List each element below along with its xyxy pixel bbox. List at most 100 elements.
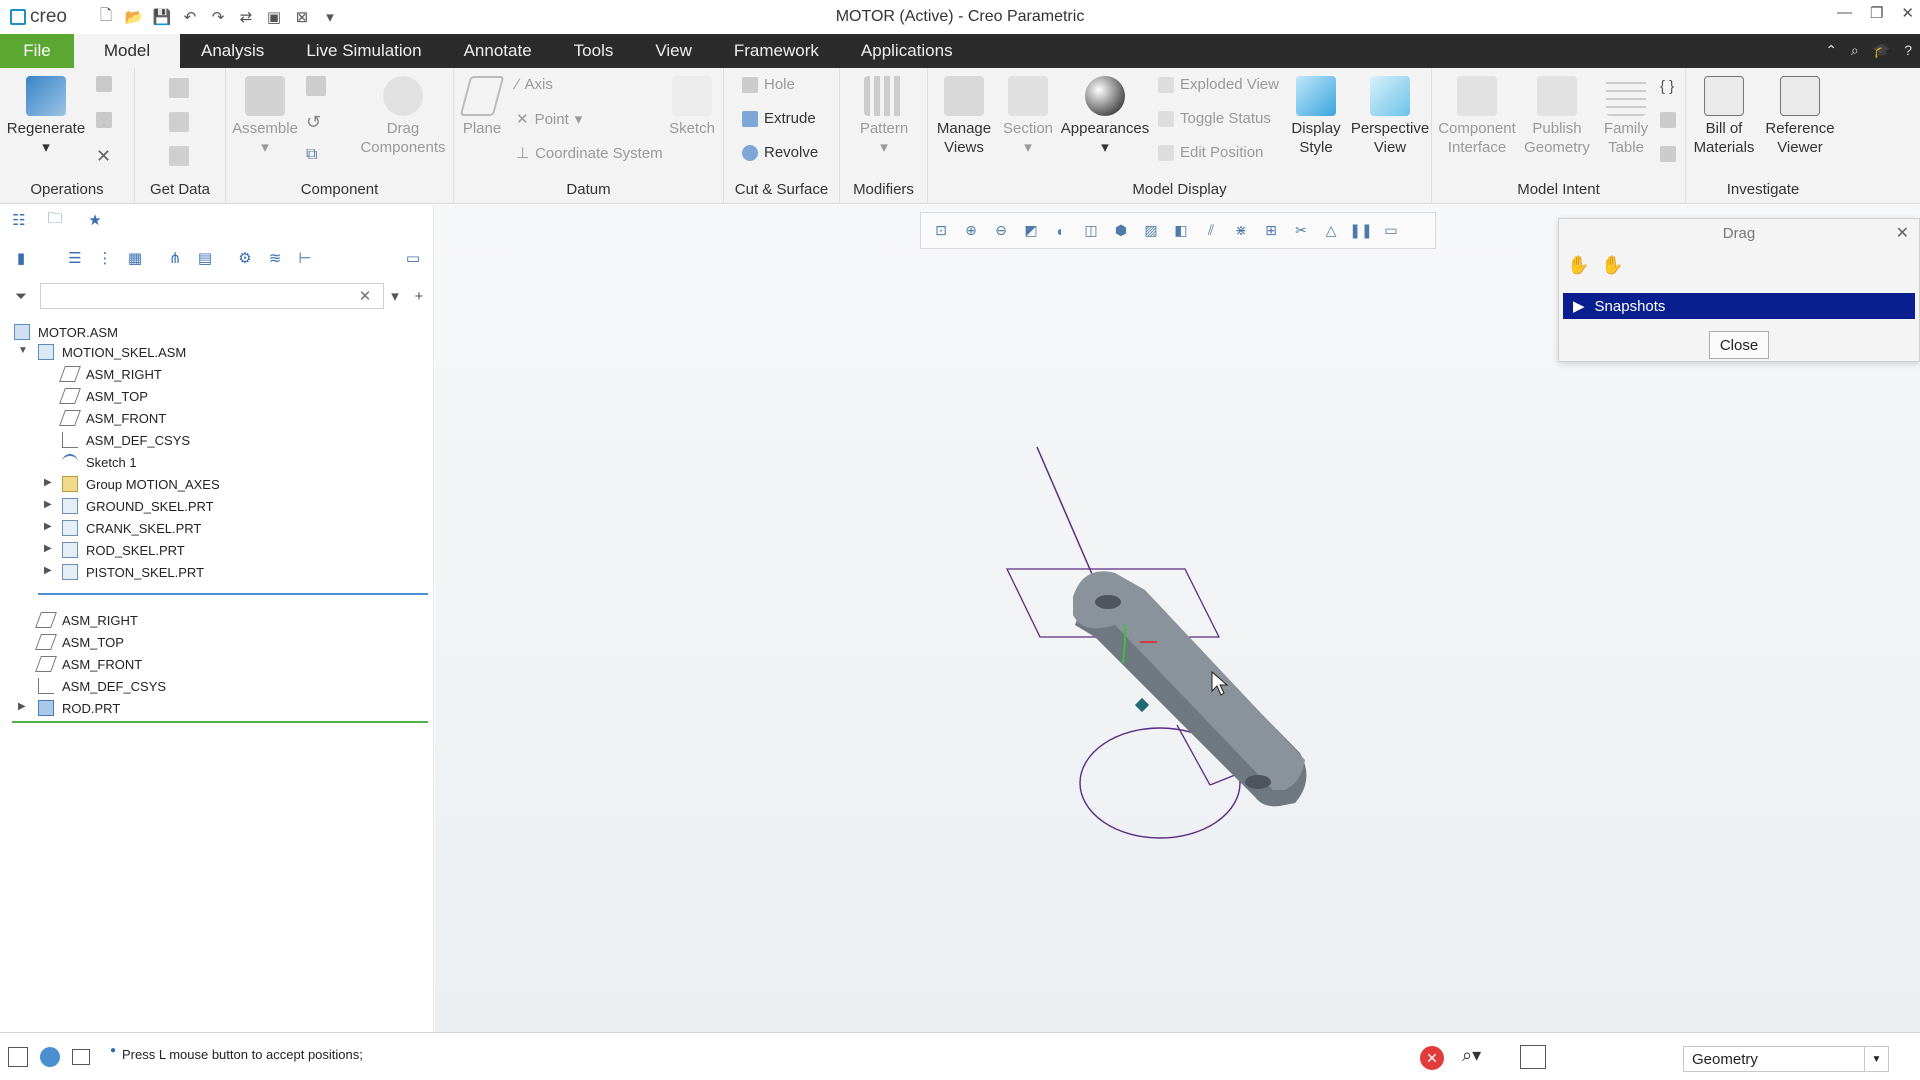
assemble-button[interactable]: Assemble ▾ [230,76,300,157]
tree-columns-icon[interactable]: ⋮ [96,249,114,267]
insert-here-line[interactable] [12,721,428,723]
group-label-get-data[interactable]: Get Data [135,181,225,198]
cancel-icon[interactable]: ▭ [1379,219,1403,243]
tree-item-asm-top[interactable]: ASM_TOP [35,631,124,653]
bill-of-materials-button[interactable]: Bill of Materials [1688,76,1760,157]
tree-search-input[interactable] [40,283,384,309]
toggle-navigator-icon[interactable] [8,1047,28,1067]
expand-icon[interactable]: ▶ [44,499,52,510]
coordinate-system-button[interactable]: ⊥ Coordinate System [516,144,663,163]
saved-views-icon[interactable]: ◫ [1079,219,1103,243]
publish-geometry-button[interactable]: Publish Geometry [1520,76,1594,157]
show-icon[interactable]: ▮ [12,249,30,267]
layer-table-icon[interactable]: ▦ [126,249,144,267]
pattern-button[interactable]: Pattern ▾ [844,76,924,157]
restore-icon[interactable]: ❐ [1870,4,1883,22]
display-style-button[interactable]: Display Style [1286,76,1346,157]
delete-icon[interactable]: ✕ [96,146,111,167]
manage-views-button[interactable]: Manage Views [932,76,996,157]
layers-icon[interactable]: ≋ [266,249,284,267]
hole-button[interactable]: Hole [742,76,795,93]
section-view-icon[interactable]: ◧ [1169,219,1193,243]
group-label-component[interactable]: Component [226,181,453,198]
group-label-datum[interactable]: Datum [454,181,723,198]
tab-annotate[interactable]: Annotate [443,34,553,68]
annotation-display-icon[interactable]: ⋇ [1229,219,1253,243]
chevron-down-icon[interactable]: ▼ [1864,1047,1888,1071]
perspective-icon[interactable]: ▨ [1139,219,1163,243]
body-drag-icon[interactable]: ✋ [1601,255,1623,276]
get-data-icon-2[interactable] [169,112,189,132]
tab-framework[interactable]: Framework [713,34,840,68]
plane-button[interactable]: Plane [454,76,510,138]
repeat-icon[interactable]: ↺ [306,112,321,133]
selected-items-icon[interactable] [1520,1045,1546,1069]
regenerate-button[interactable]: Regenerate ▾ [4,76,88,157]
pause-icon[interactable]: ❚❚ [1349,219,1373,243]
appearances-button[interactable]: Appearances ▾ [1060,76,1150,157]
group-label-operations[interactable]: Operations [0,181,134,198]
favorites-tab-icon[interactable]: ★ [86,211,104,229]
appearance-icon[interactable]: △ [1319,219,1343,243]
tab-live-simulation[interactable]: Live Simulation [285,34,442,68]
tree-item-asm-right[interactable]: ASM_RIGHT [35,609,138,631]
tab-tools[interactable]: Tools [553,34,635,68]
copy-icon[interactable] [96,76,112,92]
full-screen-icon[interactable] [72,1049,90,1065]
tree-filter-icon[interactable]: ⋔ [166,249,184,267]
help-icon[interactable]: ? [1904,42,1912,59]
tree-item-ground-skel[interactable]: GROUND_SKEL.PRT [62,495,214,517]
section-button[interactable]: Section ▾ [1000,76,1056,157]
datum-display-icon[interactable]: ⫽ [1199,219,1223,243]
tab-applications[interactable]: Applications [840,34,974,68]
model-tree-tab-icon[interactable]: ☷ [10,211,28,229]
tree-item-skel-csys[interactable]: ASM_DEF_CSYS [62,429,190,451]
expand-icon[interactable]: ▶ [44,477,52,488]
refit-icon[interactable]: ⊡ [929,219,953,243]
zoom-in-icon[interactable]: ⊕ [959,219,983,243]
windows-icon[interactable]: ▣ [263,6,285,28]
tree-item-asm-front[interactable]: ASM_FRONT [35,653,142,675]
edit-position-button[interactable]: Edit Position [1158,144,1263,161]
tree-item-group-motion-axes[interactable]: Group MOTION_AXES [62,473,220,495]
selection-filter[interactable]: Geometry ▼ [1683,1046,1889,1072]
get-data-icon-1[interactable] [169,78,189,98]
tab-model[interactable]: Model [74,34,180,68]
revolve-button[interactable]: Revolve [742,144,818,161]
component-op-icon-1[interactable] [306,76,326,96]
open-file-icon[interactable]: 📂 [123,6,145,28]
close-icon[interactable]: ✕ [1901,4,1914,22]
point-button[interactable]: ✕ Point ▾ [516,110,582,129]
tree-item-skel-asm-top[interactable]: ASM_TOP [59,385,148,407]
sketch-button[interactable]: Sketch [664,76,720,138]
tree-item-rod-prt[interactable]: ROD.PRT [38,697,120,719]
close-icon[interactable]: ✕ [1896,223,1909,243]
rod-part[interactable] [1073,571,1307,807]
minimize-icon[interactable]: — [1837,4,1852,22]
axis-button[interactable]: ∕ Axis [516,76,553,93]
perspective-view-button[interactable]: Perspective View [1350,76,1430,157]
family-table-button[interactable]: Family Table [1598,76,1654,157]
tree-item-rod-skel[interactable]: ROD_SKEL.PRT [62,539,185,561]
tab-analysis[interactable]: Analysis [180,34,285,68]
insert-indicator-line[interactable] [38,593,428,595]
tree-item-crank-skel[interactable]: CRANK_SKEL.PRT [62,517,201,539]
relations-icon[interactable]: { } [1660,78,1674,95]
folder-browser-tab-icon[interactable]: 🗀 [46,210,64,229]
collapse-icon[interactable]: ▼ [18,345,28,356]
group-label-cut-surface[interactable]: Cut & Surface [724,181,839,198]
undo-icon[interactable]: ↶ [179,6,201,28]
find-icon[interactable]: ⌕▾ [1462,1045,1481,1066]
mirror-component-icon[interactable]: ⧉ [306,146,317,164]
extrude-button[interactable]: Extrude [742,110,816,127]
group-label-model-intent[interactable]: Model Intent [1432,181,1685,198]
display-style-icon[interactable]: ◐ [1049,219,1073,243]
drag-mode-icon[interactable]: ✂ [1289,219,1313,243]
tree-item-piston-skel[interactable]: PISTON_SKEL.PRT [62,561,204,583]
spin-center-icon[interactable]: ⊞ [1259,219,1283,243]
new-file-icon[interactable]: 🗋 [95,6,117,28]
tree-settings-icon[interactable]: ▤ [196,249,214,267]
customize-qat-icon[interactable]: ▾ [319,6,341,28]
expand-icon[interactable]: ▶ [44,565,52,576]
tree-item-motor-asm[interactable]: MOTOR.ASM [14,321,118,343]
